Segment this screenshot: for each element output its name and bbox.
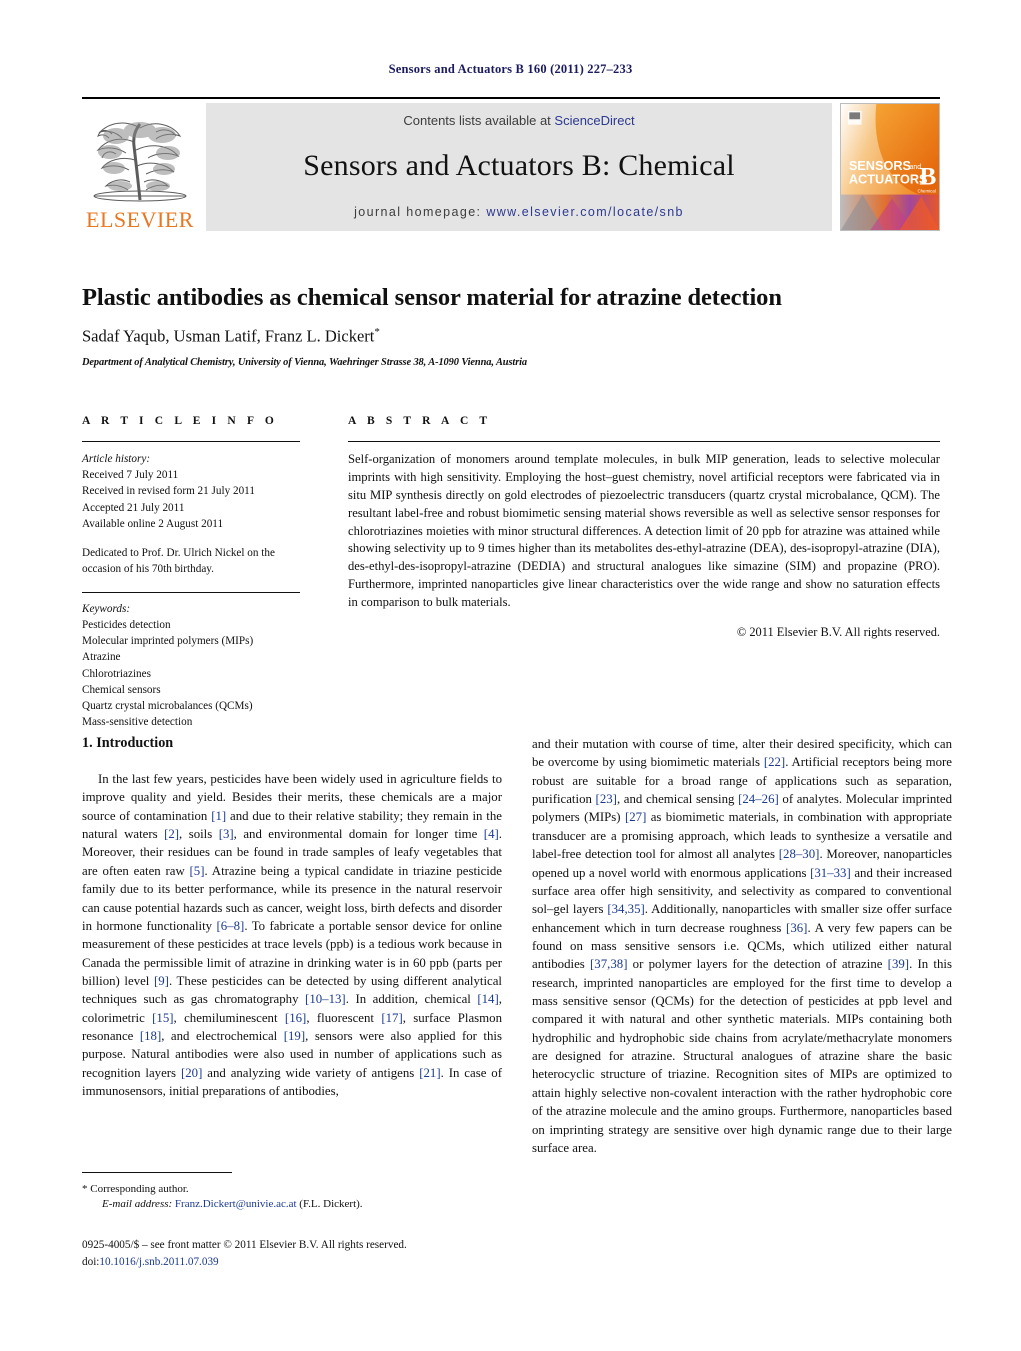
citation-ref[interactable]: [5]: [190, 864, 205, 878]
citation-ref[interactable]: [15]: [152, 1011, 173, 1025]
intro-paragraph-left: In the last few years, pesticides have b…: [82, 772, 502, 1099]
running-head: Sensors and Actuators B 160 (2011) 227–2…: [388, 62, 633, 76]
journal-masthead: ELSEVIER Contents lists available at Sci…: [82, 97, 940, 231]
corresponding-author-marker: *: [374, 326, 380, 339]
citation-ref[interactable]: [16]: [285, 1011, 306, 1025]
journal-band: Contents lists available at ScienceDirec…: [206, 103, 832, 231]
title-block: Plastic antibodies as chemical sensor ma…: [82, 283, 940, 368]
citation-ref[interactable]: [39]: [888, 957, 909, 971]
citation-ref[interactable]: [17]: [381, 1011, 402, 1025]
issn-line: 0925-4005/$ – see front matter © 2011 El…: [82, 1239, 407, 1251]
email-owner: (F.L. Dickert).: [299, 1198, 363, 1211]
contents-prefix: Contents lists available at: [403, 113, 555, 128]
article-info-column: A R T I C L E I N F O Article history: R…: [82, 415, 300, 731]
journal-title: Sensors and Actuators B: Chemical: [303, 148, 735, 182]
citation-ref[interactable]: [4]: [484, 827, 499, 841]
history-revised: Received in revised form 21 July 2011: [82, 485, 255, 498]
citation-ref[interactable]: [23]: [596, 792, 617, 806]
history-received: Received 7 July 2011: [82, 469, 179, 482]
citation-ref[interactable]: [9]: [154, 974, 169, 988]
email-link[interactable]: Franz.Dickert@univie.ac.at: [175, 1198, 297, 1210]
doi-link[interactable]: 10.1016/j.snb.2011.07.039: [99, 1256, 218, 1268]
article-history-block: Article history: Received 7 July 2011 Re…: [82, 451, 300, 578]
email-label: E-mail address:: [102, 1198, 173, 1211]
svg-text:Chemical: Chemical: [917, 189, 935, 194]
dedication-note: Dedicated to Prof. Dr. Ulrich Nickel on …: [82, 547, 275, 576]
author-names: Sadaf Yaqub, Usman Latif, Franz L. Dicke…: [82, 326, 375, 346]
email-line: E-mail address: Franz.Dickert@univie.ac.…: [82, 1197, 502, 1212]
cover-artwork: SENSORS and ACTUATORS B Chemical: [841, 104, 939, 230]
citation-ref[interactable]: [31–33]: [810, 866, 851, 880]
abstract-column: A B S T R A C T Self-organization of mon…: [348, 415, 940, 640]
corresponding-author-note: * Corresponding author.: [82, 1183, 189, 1195]
footnote-divider: [82, 1172, 232, 1173]
citation-ref[interactable]: [2]: [164, 827, 179, 841]
citation-ref[interactable]: [21]: [419, 1066, 440, 1080]
citation-ref[interactable]: [34,35]: [607, 902, 644, 916]
citation-ref[interactable]: [3]: [219, 827, 234, 841]
footnote-block: * Corresponding author. E-mail address: …: [82, 1182, 502, 1213]
contents-available-line: Contents lists available at ScienceDirec…: [403, 113, 634, 128]
sciencedirect-link[interactable]: ScienceDirect: [554, 113, 634, 128]
elsevier-wordmark: ELSEVIER: [86, 207, 194, 232]
doi-line: doi:10.1016/j.snb.2011.07.039: [82, 1254, 522, 1271]
citation-ref[interactable]: [28–30]: [779, 847, 820, 861]
elsevier-logo: ELSEVIER: [82, 103, 198, 231]
keyword-item: Molecular imprinted polymers (MIPs): [82, 635, 254, 648]
keyword-item: Chlorotriazines: [82, 667, 151, 680]
article-history-label: Article history:: [82, 453, 151, 465]
divider: [82, 591, 300, 593]
citation-ref[interactable]: [36]: [786, 921, 807, 935]
page-title: Plastic antibodies as chemical sensor ma…: [82, 284, 782, 311]
section-heading-introduction: 1. Introduction: [82, 735, 174, 751]
citation-ref[interactable]: [6–8]: [216, 919, 244, 933]
citation-ref[interactable]: [18]: [140, 1029, 161, 1043]
copyright-line: © 2011 Elsevier B.V. All rights reserved…: [736, 624, 940, 639]
history-accepted: Accepted 21 July 2011: [82, 501, 185, 514]
divider: [82, 441, 300, 442]
keywords-label: Keywords:: [82, 602, 131, 615]
homepage-prefix: journal homepage:: [354, 205, 487, 219]
keyword-item: Pesticides detection: [82, 618, 171, 631]
keyword-item: Mass-sensitive detection: [82, 716, 193, 729]
intro-paragraph-right: and their mutation with course of time, …: [532, 737, 952, 1155]
keywords-block: Keywords: Pesticides detection Molecular…: [82, 601, 300, 731]
affiliation: Department of Analytical Chemistry, Univ…: [82, 356, 528, 368]
body-column-left: 1. Introduction In the last few years, p…: [82, 735, 502, 1100]
keyword-item: Atrazine: [82, 651, 121, 664]
journal-cover-thumbnail: SENSORS and ACTUATORS B Chemical: [840, 103, 940, 231]
citation-ref[interactable]: [19]: [284, 1029, 305, 1043]
citation-ref[interactable]: [27]: [625, 810, 646, 824]
doi-label: doi:: [82, 1255, 100, 1268]
paper-page: Sensors and Actuators B 160 (2011) 227–2…: [0, 0, 1021, 1351]
divider: [348, 441, 940, 442]
abstract-heading: A B S T R A C T: [348, 415, 492, 427]
keyword-item: Quartz crystal microbalances (QCMs): [82, 700, 253, 713]
author-list: Sadaf Yaqub, Usman Latif, Franz L. Dicke…: [82, 326, 940, 347]
svg-text:SENSORS: SENSORS: [849, 158, 911, 173]
history-online: Available online 2 August 2011: [82, 517, 224, 530]
citation-ref[interactable]: [20]: [181, 1066, 202, 1080]
svg-text:B: B: [919, 162, 936, 191]
citation-ref[interactable]: [37,38]: [590, 957, 627, 971]
journal-homepage-line: journal homepage: www.elsevier.com/locat…: [354, 205, 684, 219]
citation-ref[interactable]: [1]: [211, 809, 226, 823]
elsevier-tree-icon: [93, 122, 187, 202]
citation-ref[interactable]: [14]: [477, 992, 498, 1006]
citation-ref[interactable]: [24–26]: [738, 792, 779, 806]
citation-ref[interactable]: [10–13]: [305, 992, 346, 1006]
body-column-right: and their mutation with course of time, …: [532, 735, 952, 1157]
homepage-url-link[interactable]: www.elsevier.com/locate/snb: [486, 205, 684, 219]
issn-doi-block: 0925-4005/$ – see front matter © 2011 El…: [82, 1237, 522, 1271]
keyword-item: Chemical sensors: [82, 683, 161, 696]
citation-ref[interactable]: [22]: [764, 755, 785, 769]
article-info-heading: A R T I C L E I N F O: [82, 415, 278, 427]
svg-text:ACTUATORS: ACTUATORS: [849, 172, 928, 187]
abstract-text: Self-organization of monomers around tem…: [348, 452, 940, 609]
